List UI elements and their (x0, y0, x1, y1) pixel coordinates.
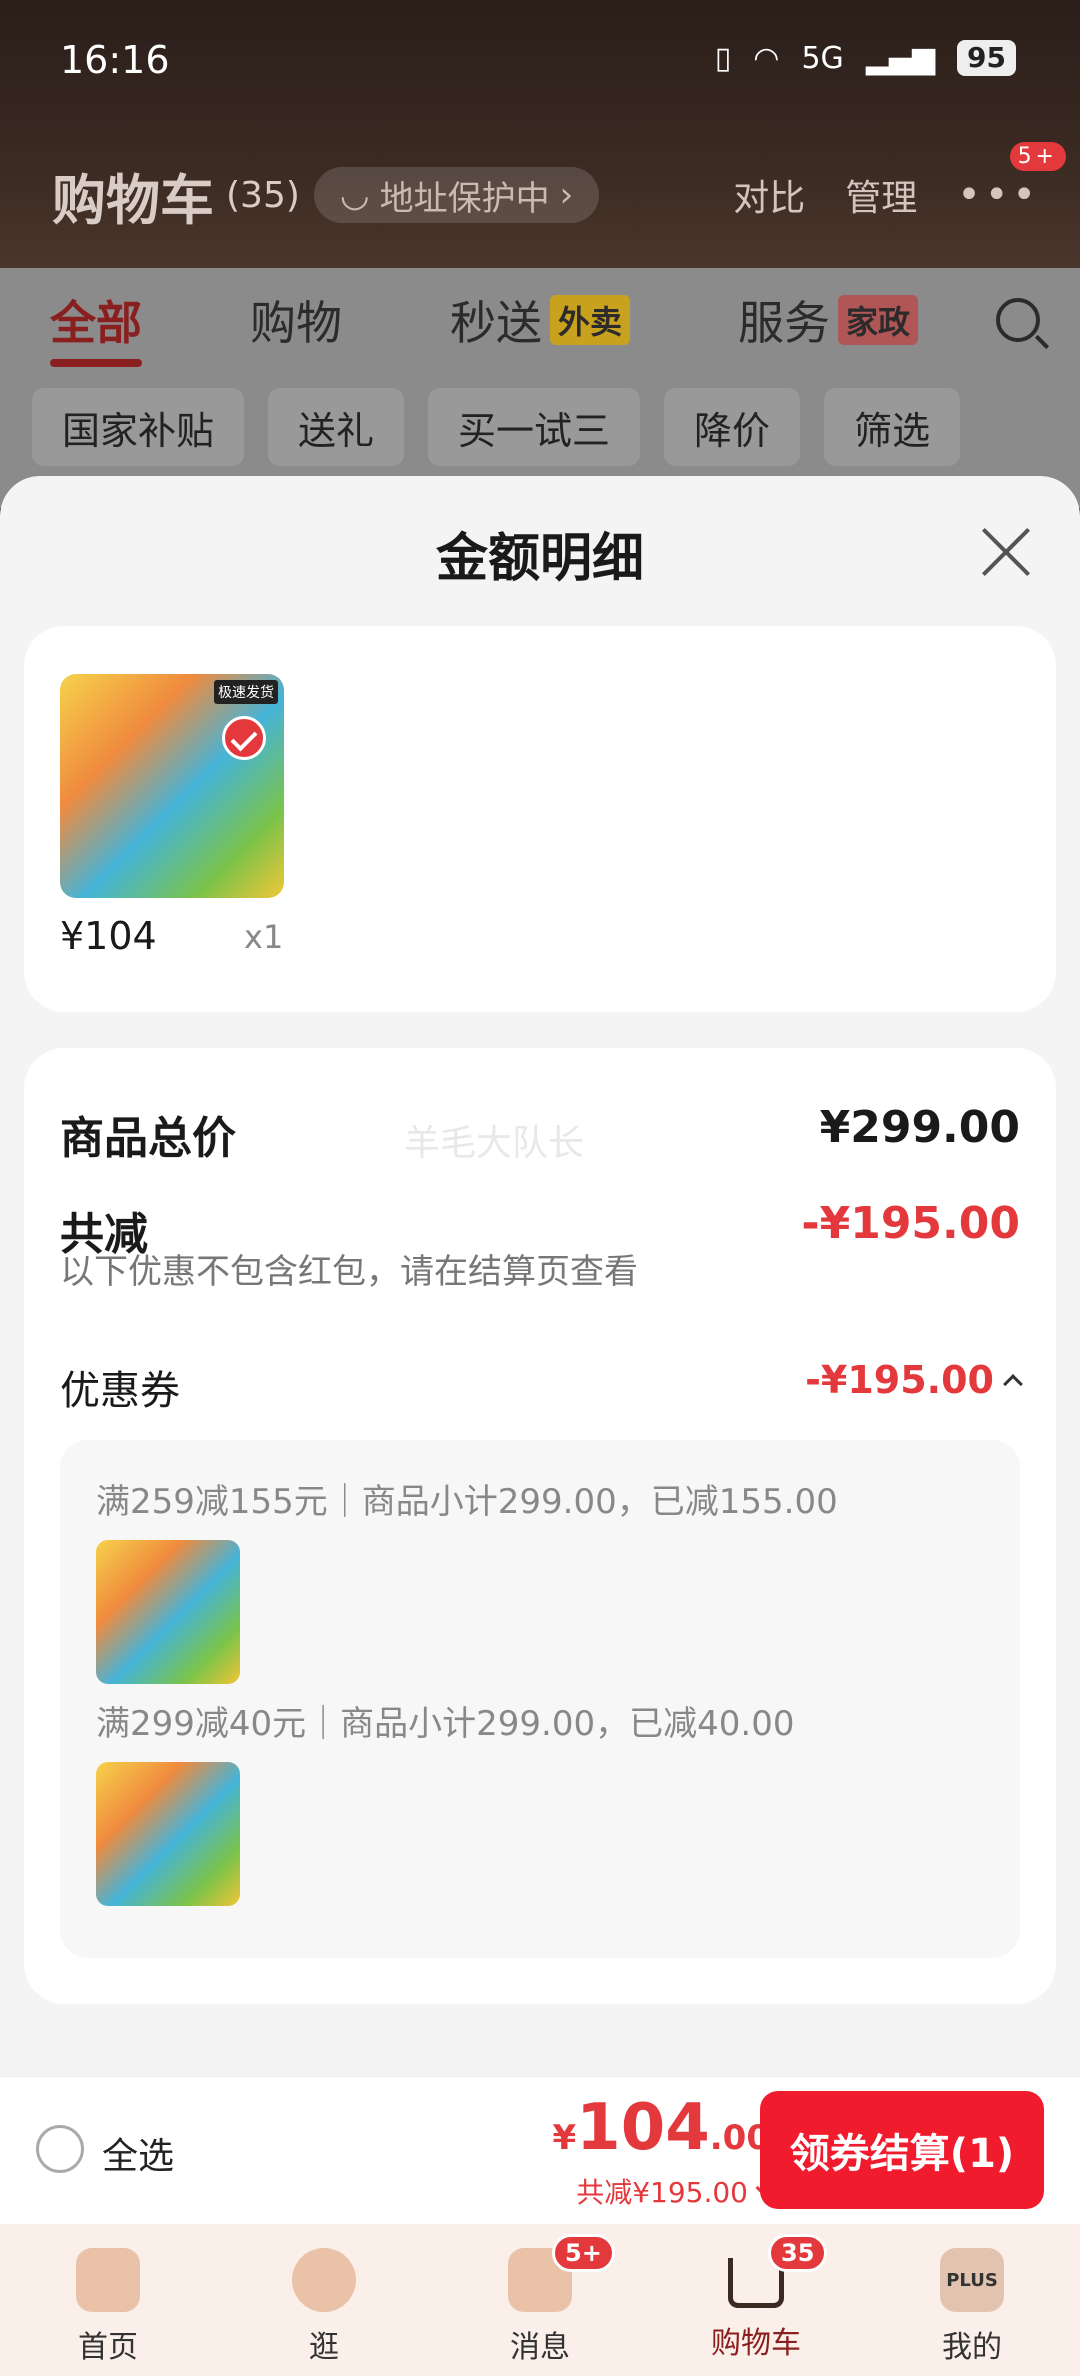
bottom-nav: 首页 逛 5+ 消息 35 购物车 PLUS 我的 (0, 2224, 1080, 2376)
coupon-value: -¥195.00 (805, 1358, 994, 1402)
housekeeping-tag: 家政 (838, 295, 919, 345)
chevron-up-icon (1003, 1374, 1023, 1394)
chevron-right-icon: › (559, 175, 574, 215)
coupon-toggle[interactable]: -¥195.00 (805, 1358, 1023, 1402)
home-icon (76, 2248, 140, 2312)
amount-integer: 104 (576, 2091, 710, 2165)
search-icon[interactable] (996, 298, 1040, 342)
status-time: 16:16 (60, 38, 170, 82)
nav-cart-label: 购物车 (711, 2326, 801, 2361)
more-button[interactable]: ••• 5+ (957, 142, 1066, 218)
manage-button[interactable]: 管理 (845, 169, 917, 221)
nav-mine[interactable]: PLUS 我的 (864, 2224, 1080, 2376)
header-background: 16:16 ▯ ◠ 5G ▂▄▆ 95 购物车 (35) ◡ 地址保护中 › 对… (0, 0, 1080, 268)
select-all-radio[interactable] (36, 2125, 84, 2173)
product-price: ¥104 (60, 914, 157, 958)
chip-gift[interactable]: 送礼 (268, 388, 405, 466)
vibrate-icon: ▯ (714, 40, 732, 76)
wifi-icon: ◠ (753, 40, 780, 76)
selected-check-icon (222, 716, 266, 760)
coupon-rule: 满259减155元｜商品小计299.00，已减155.00 (96, 1482, 838, 1522)
nav-browse[interactable]: 逛 (216, 2224, 432, 2376)
select-all-label[interactable]: 全选 (102, 2127, 174, 2179)
total-price-value: ¥299.00 (819, 1102, 1020, 1153)
watermark: 羊毛大队长 (404, 1123, 585, 1164)
browse-icon (292, 2248, 356, 2312)
plus-icon: PLUS (940, 2248, 1004, 2312)
amount-detail-sheet: 金额明细 极速发货 ¥104 x1 商品总价 羊毛大队长 ¥299.00 共减 … (0, 476, 1080, 2076)
sheet-title: 金额明细 (435, 529, 644, 589)
messages-badge: 5+ (552, 2234, 615, 2272)
fast-delivery-tag: 极速发货 (214, 680, 278, 704)
nav-mine-label: 我的 (942, 2330, 1002, 2365)
chip-filter[interactable]: 筛选 (824, 388, 961, 466)
tab-instant-delivery[interactable]: 秒送 外卖 (450, 287, 631, 353)
coupon-rule: 满299减40元｜商品小计299.00，已减40.00 (96, 1704, 795, 1744)
tab-service-label: 服务 (738, 296, 831, 350)
nav-home-label: 首页 (78, 2330, 138, 2365)
nav-home[interactable]: 首页 (0, 2224, 216, 2376)
chip-price-drop[interactable]: 降价 (664, 388, 801, 466)
tab-instant-delivery-label: 秒送 (450, 296, 542, 350)
header-actions: 对比 管理 ••• 5+ (693, 142, 1066, 221)
checkout-button[interactable]: 领券结算(1) (760, 2091, 1044, 2209)
cart-count: (35) (226, 174, 300, 216)
coupon-details: 满259减155元｜商品小计299.00，已减155.00 满299减40元｜商… (60, 1440, 1020, 1958)
category-tabs: 全部 购物 秒送 外卖 服务 家政 (50, 287, 1040, 367)
tab-shopping[interactable]: 购物 (250, 287, 342, 353)
reduction-summary[interactable]: 共减¥195.00 (576, 2171, 773, 2211)
total-amount: ¥ 104 .00 (553, 2091, 771, 2165)
price-breakdown-card: 商品总价 羊毛大队长 ¥299.00 共减 -¥195.00 以下优惠不包含红包… (24, 1048, 1056, 2004)
tab-all-label: 全部 (50, 296, 142, 350)
address-protection-button[interactable]: ◡ 地址保护中 › (313, 167, 600, 223)
tab-service[interactable]: 服务 家政 (738, 287, 919, 353)
cart-header: 购物车 (35) ◡ 地址保护中 › 对比 管理 ••• 5+ (52, 142, 1066, 235)
chip-national-subsidy[interactable]: 国家补贴 (32, 388, 245, 466)
discount-note: 以下优惠不包含红包，请在结算页查看 (60, 1252, 638, 1292)
chip-try-three[interactable]: 买一试三 (428, 388, 641, 466)
status-icons: ▯ ◠ 5G ▂▄▆ 95 (715, 40, 1016, 76)
address-protection-label: 地址保护中 (379, 178, 550, 219)
smile-icon: ◡ (339, 175, 370, 215)
coupon-product-thumbnail (96, 1762, 240, 1906)
compare-button[interactable]: 对比 (733, 169, 805, 221)
product-card: 极速发货 ¥104 x1 (24, 626, 1056, 1012)
total-price-label: 商品总价 (60, 1113, 236, 1164)
coupon-label: 优惠券 (60, 1368, 180, 1414)
network-label: 5G (801, 40, 844, 76)
takeout-tag: 外卖 (550, 295, 631, 345)
nav-cart[interactable]: 35 购物车 (648, 2224, 864, 2376)
cart-badge: 35 (768, 2234, 828, 2272)
coupon-product-thumbnail (96, 1540, 240, 1684)
product-image[interactable]: 极速发货 (60, 674, 284, 898)
filter-chips: 国家补贴 送礼 买一试三 降价 筛选 (32, 388, 1080, 466)
reduction-text: 共减¥195.00 (576, 2176, 748, 2209)
battery-indicator: 95 (957, 40, 1016, 76)
nav-messages-label: 消息 (510, 2330, 570, 2365)
tab-all[interactable]: 全部 (50, 287, 142, 367)
more-icon: ••• (957, 172, 1040, 218)
currency-symbol: ¥ (552, 2118, 577, 2158)
product-quantity: x1 (244, 918, 284, 956)
page-title: 购物车 (52, 168, 214, 232)
checkout-bar: 全选 ¥ 104 .00 共减¥195.00 领券结算(1) (0, 2076, 1080, 2224)
nav-messages[interactable]: 5+ 消息 (432, 2224, 648, 2376)
nav-browse-label: 逛 (309, 2330, 339, 2365)
status-bar: 16:16 ▯ ◠ 5G ▂▄▆ 95 (0, 0, 1080, 120)
signal-icon: ▂▄▆ (865, 40, 936, 76)
total-reduction-value: -¥195.00 (801, 1198, 1020, 1249)
more-badge: 5+ (1009, 142, 1066, 171)
tab-shopping-label: 购物 (250, 296, 342, 350)
close-icon[interactable] (978, 524, 1034, 580)
